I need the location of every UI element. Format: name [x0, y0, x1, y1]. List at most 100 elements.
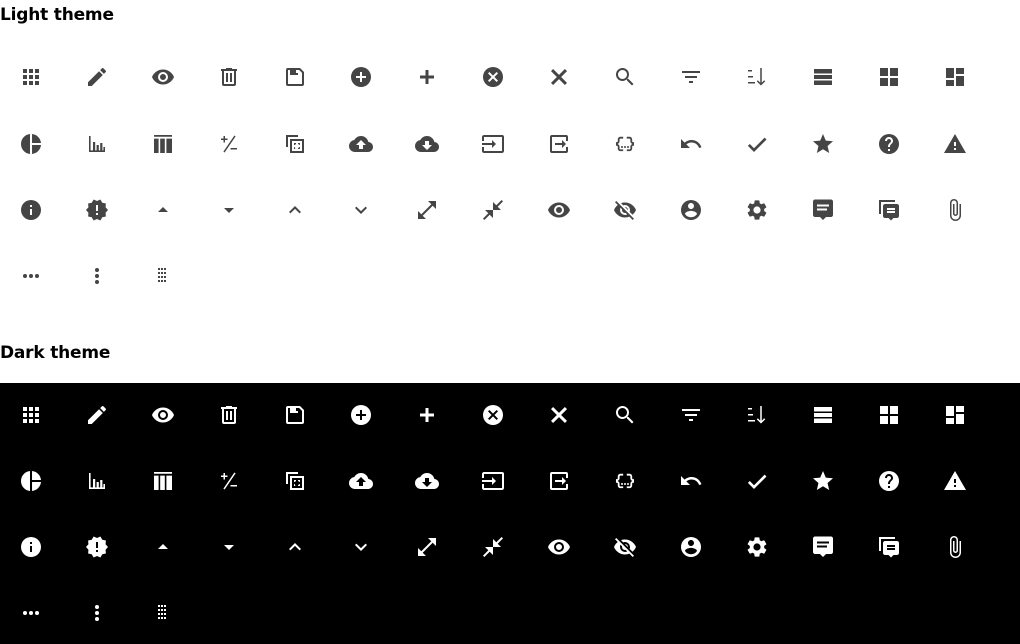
light-warning-button[interactable]: [935, 124, 975, 164]
exit-to-app-icon: [550, 472, 568, 490]
dark-check-button[interactable]: [737, 461, 777, 501]
dark-help-button[interactable]: [869, 461, 909, 501]
dark-account-circle-button[interactable]: [671, 527, 711, 567]
dark-cancel-button[interactable]: [473, 395, 513, 435]
light-help-button[interactable]: [869, 124, 909, 164]
dark-undo-button[interactable]: [671, 461, 711, 501]
light-bar-chart-button[interactable]: [77, 124, 117, 164]
dark-filter-list-button[interactable]: [671, 395, 711, 435]
light-visibility-off-button[interactable]: [605, 190, 645, 230]
dark-select-copy-button[interactable]: [275, 461, 315, 501]
light-comment-button[interactable]: [803, 190, 843, 230]
light-more-horiz-button[interactable]: [11, 256, 51, 296]
light-filter-list-button[interactable]: [671, 57, 711, 97]
dark-close-fullscreen-button[interactable]: [473, 527, 513, 567]
dark-attach-file-button[interactable]: [935, 527, 975, 567]
dark-input-button[interactable]: [473, 461, 513, 501]
light-more-vert-button[interactable]: [77, 256, 117, 296]
light-star-button[interactable]: [803, 124, 843, 164]
light-attach-file-button[interactable]: [935, 190, 975, 230]
light-edit-button[interactable]: [77, 57, 117, 97]
dark-view-module-button[interactable]: [869, 395, 909, 435]
light-apps-button[interactable]: [11, 57, 51, 97]
dark-cloud-download-button[interactable]: [407, 461, 447, 501]
dark-view-column-button[interactable]: [143, 461, 183, 501]
light-plus-minus-button[interactable]: [209, 124, 249, 164]
dark-more-vert-button[interactable]: [77, 593, 117, 633]
light-input-button[interactable]: [473, 124, 513, 164]
dark-apps-button[interactable]: [11, 395, 51, 435]
light-forum-button[interactable]: [869, 190, 909, 230]
light-cloud-download-button[interactable]: [407, 124, 447, 164]
light-close-button[interactable]: [539, 57, 579, 97]
dark-plus-minus-button[interactable]: [209, 461, 249, 501]
account-circle-icon: [681, 200, 701, 220]
light-close-fullscreen-button[interactable]: [473, 190, 513, 230]
dark-data-object-button[interactable]: [605, 461, 645, 501]
light-drag-indicator-button[interactable]: [143, 256, 183, 296]
select-copy-icon: [286, 472, 304, 490]
dark-add-button[interactable]: [407, 395, 447, 435]
dark-sort-button[interactable]: [737, 395, 777, 435]
dark-cloud-upload-button[interactable]: [341, 461, 381, 501]
dark-save-button[interactable]: [275, 395, 315, 435]
dark-visibility-button[interactable]: [143, 395, 183, 435]
dark-add-circle-button[interactable]: [341, 395, 381, 435]
light-open-in-full-button[interactable]: [407, 190, 447, 230]
light-expand-more-button[interactable]: [341, 190, 381, 230]
dark-drag-indicator-button[interactable]: [143, 593, 183, 633]
light-arrow-drop-down-button[interactable]: [209, 190, 249, 230]
light-cancel-button[interactable]: [473, 57, 513, 97]
light-expand-less-button[interactable]: [275, 190, 315, 230]
light-select-copy-button[interactable]: [275, 124, 315, 164]
dark-visibility-off-button[interactable]: [605, 527, 645, 567]
dark-forum-button[interactable]: [869, 527, 909, 567]
light-check-button[interactable]: [737, 124, 777, 164]
dark-dashboard-button[interactable]: [935, 395, 975, 435]
dark-delete-button[interactable]: [209, 395, 249, 435]
light-data-object-button[interactable]: [605, 124, 645, 164]
dark-expand-more-button[interactable]: [341, 527, 381, 567]
light-pie-chart-button[interactable]: [11, 124, 51, 164]
light-view-module-button[interactable]: [869, 57, 909, 97]
dark-visibility-on-button[interactable]: [539, 527, 579, 567]
light-cloud-upload-button[interactable]: [341, 124, 381, 164]
light-view-stream-button[interactable]: [803, 57, 843, 97]
light-settings-button[interactable]: [737, 190, 777, 230]
dark-warning-button[interactable]: [935, 461, 975, 501]
light-delete-button[interactable]: [209, 57, 249, 97]
dark-arrow-drop-up-button[interactable]: [143, 527, 183, 567]
light-view-column-button[interactable]: [143, 124, 183, 164]
dark-settings-button[interactable]: [737, 527, 777, 567]
dark-edit-button[interactable]: [77, 395, 117, 435]
light-visibility-button[interactable]: [143, 57, 183, 97]
dark-bar-chart-button[interactable]: [77, 461, 117, 501]
dark-info-button[interactable]: [11, 527, 51, 567]
light-info-button[interactable]: [11, 190, 51, 230]
light-add-circle-button[interactable]: [341, 57, 381, 97]
light-arrow-drop-up-button[interactable]: [143, 190, 183, 230]
light-visibility-on-button[interactable]: [539, 190, 579, 230]
light-undo-button[interactable]: [671, 124, 711, 164]
light-account-circle-button[interactable]: [671, 190, 711, 230]
light-new-releases-button[interactable]: [77, 190, 117, 230]
save-icon: [286, 406, 304, 424]
dark-search-button[interactable]: [605, 395, 645, 435]
dark-arrow-drop-down-button[interactable]: [209, 527, 249, 567]
dark-more-horiz-button[interactable]: [11, 593, 51, 633]
dark-view-stream-button[interactable]: [803, 395, 843, 435]
light-save-button[interactable]: [275, 57, 315, 97]
light-search-button[interactable]: [605, 57, 645, 97]
light-add-button[interactable]: [407, 57, 447, 97]
dark-pie-chart-button[interactable]: [11, 461, 51, 501]
dark-exit-to-app-button[interactable]: [539, 461, 579, 501]
dark-new-releases-button[interactable]: [77, 527, 117, 567]
light-sort-button[interactable]: [737, 57, 777, 97]
dark-comment-button[interactable]: [803, 527, 843, 567]
dark-expand-less-button[interactable]: [275, 527, 315, 567]
dark-open-in-full-button[interactable]: [407, 527, 447, 567]
dark-star-button[interactable]: [803, 461, 843, 501]
light-exit-to-app-button[interactable]: [539, 124, 579, 164]
dark-close-button[interactable]: [539, 395, 579, 435]
light-dashboard-button[interactable]: [935, 57, 975, 97]
